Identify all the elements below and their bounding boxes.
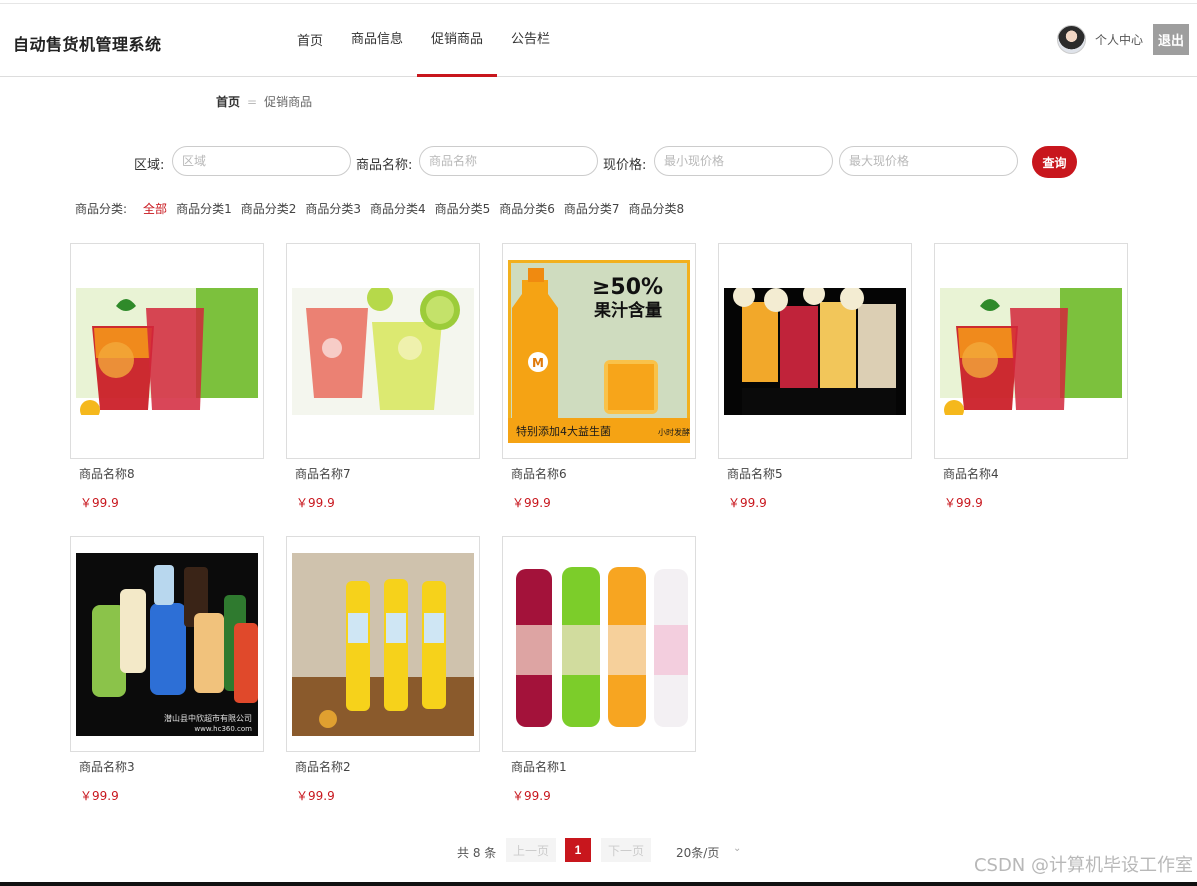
product-image-frame[interactable]: 潜山县中欣超市有限公司 www.hc360.com	[70, 536, 264, 752]
prev-page-button[interactable]: 上一页	[506, 838, 556, 862]
main-nav: 首页 商品信息 促销商品 公告栏	[283, 4, 564, 77]
breadcrumb: 首页 = 促销商品	[216, 93, 312, 110]
category-label: 商品分类:	[75, 202, 128, 216]
iced-fruit-tea-image	[76, 288, 258, 415]
product-card[interactable]: 商品名称2 ￥99.9	[286, 536, 480, 804]
site-header: 自动售货机管理系统 首页 商品信息 促销商品 公告栏 个人中心 退出	[0, 4, 1197, 77]
product-name[interactable]: 商品名称6	[511, 465, 696, 482]
product-name[interactable]: 商品名称5	[727, 465, 912, 482]
logout-button[interactable]: 退出	[1152, 24, 1189, 55]
user-area: 个人中心 退出	[1056, 24, 1189, 55]
product-card[interactable]: M ≥50% 果汁含量 特别添加4大益生菌 小时发酵 商品名称6 ￥99.9	[502, 243, 696, 511]
category-filter: 商品分类: 全部 商品分类1 商品分类2 商品分类3 商品分类4 商品分类5 商…	[75, 200, 693, 217]
product-price: ￥99.9	[296, 789, 335, 803]
image-watermark-line2: www.hc360.com	[194, 725, 252, 733]
product-price: ￥99.9	[296, 496, 335, 510]
product-image-frame[interactable]	[70, 243, 264, 459]
product-name[interactable]: 商品名称4	[943, 465, 1128, 482]
bottle-logo: M	[532, 356, 544, 370]
product-name-input[interactable]	[419, 146, 598, 176]
product-name[interactable]: 商品名称3	[79, 758, 264, 775]
category-item[interactable]: 商品分类8	[629, 200, 685, 217]
product-price: ￥99.9	[728, 496, 767, 510]
image-watermark-line1: 潜山县中欣超市有限公司	[164, 713, 252, 723]
product-card[interactable]: 商品名称5 ￥99.9	[718, 243, 912, 511]
query-button[interactable]: 查询	[1032, 146, 1077, 178]
next-page-button[interactable]: 下一页	[601, 838, 651, 862]
product-name[interactable]: 商品名称7	[295, 465, 480, 482]
region-label: 区域:	[134, 158, 165, 173]
lemon-soda-image	[292, 288, 474, 415]
product-image-frame[interactable]: M ≥50% 果汁含量 特别添加4大益生菌 小时发酵	[502, 243, 696, 459]
product-card[interactable]: 商品名称4 ￥99.9	[934, 243, 1128, 511]
nav-announcements[interactable]: 公告栏	[497, 4, 564, 76]
product-name-label: 商品名称:	[356, 158, 413, 173]
category-item[interactable]: 商品分类3	[305, 200, 361, 217]
promo-headline: ≥50%	[592, 275, 663, 300]
region-input[interactable]	[172, 146, 351, 176]
bottom-border	[0, 882, 1197, 886]
product-price: ￥99.9	[944, 496, 983, 510]
juice-ad-image: M ≥50% 果汁含量 特别添加4大益生菌 小时发酵	[508, 260, 690, 443]
product-price: ￥99.9	[80, 496, 119, 510]
product-image-frame[interactable]	[286, 536, 480, 752]
product-card[interactable]: 商品名称1 ￥99.9	[502, 536, 696, 804]
max-price-input[interactable]	[839, 146, 1018, 176]
product-price: ￥99.9	[512, 789, 551, 803]
product-name[interactable]: 商品名称1	[511, 758, 696, 775]
nav-home[interactable]: 首页	[283, 4, 337, 76]
product-image-frame[interactable]	[718, 243, 912, 459]
promo-subline: 果汁含量	[594, 300, 662, 321]
category-item[interactable]: 商品分类1	[176, 200, 232, 217]
assorted-bottles-image: 潜山县中欣超市有限公司 www.hc360.com	[76, 553, 258, 736]
breadcrumb-home[interactable]: 首页	[216, 95, 240, 109]
user-center-link[interactable]: 个人中心	[1095, 31, 1143, 48]
product-image-frame[interactable]	[286, 243, 480, 459]
nav-product-info[interactable]: 商品信息	[337, 4, 417, 76]
product-price: ￥99.9	[80, 789, 119, 803]
search-bar: 区域: 商品名称: 现价格: 查询	[0, 146, 1197, 179]
site-title: 自动售货机管理系统	[13, 35, 162, 54]
colorful-soda-image	[508, 553, 690, 736]
chevron-down-icon[interactable]: ⌄	[733, 843, 741, 854]
product-price: ￥99.9	[512, 496, 551, 510]
category-all[interactable]: 全部	[143, 200, 167, 217]
category-item[interactable]: 商品分类5	[435, 200, 491, 217]
product-card[interactable]: 潜山县中欣超市有限公司 www.hc360.com 商品名称3 ￥99.9	[70, 536, 264, 804]
page-number-current[interactable]: 1	[565, 838, 591, 862]
category-item[interactable]: 商品分类2	[241, 200, 297, 217]
category-item[interactable]: 商品分类7	[564, 200, 620, 217]
promo-banner: 特别添加4大益生菌	[516, 424, 611, 438]
product-name[interactable]: 商品名称2	[295, 758, 480, 775]
iced-fruit-tea-image	[940, 288, 1122, 415]
breadcrumb-separator: =	[247, 95, 258, 109]
product-card[interactable]: 商品名称7 ￥99.9	[286, 243, 480, 511]
min-price-input[interactable]	[654, 146, 833, 176]
smoothie-glasses-image	[724, 288, 906, 415]
csdn-watermark: CSDN @计算机毕设工作室	[973, 855, 1193, 876]
product-image-frame[interactable]	[502, 536, 696, 752]
orange-soda-image	[292, 553, 474, 736]
category-item[interactable]: 商品分类6	[499, 200, 555, 217]
promo-badge: 小时发酵	[658, 427, 690, 437]
page-size-select[interactable]: 20条/页	[676, 844, 719, 861]
product-name[interactable]: 商品名称8	[79, 465, 264, 482]
total-count: 共 8 条	[457, 846, 497, 860]
product-card[interactable]: 商品名称8 ￥99.9	[70, 243, 264, 511]
avatar[interactable]	[1056, 25, 1086, 54]
category-item[interactable]: 商品分类4	[370, 200, 426, 217]
price-label: 现价格:	[603, 158, 647, 173]
nav-promotions[interactable]: 促销商品	[417, 4, 498, 77]
product-image-frame[interactable]	[934, 243, 1128, 459]
breadcrumb-current: 促销商品	[264, 95, 313, 109]
